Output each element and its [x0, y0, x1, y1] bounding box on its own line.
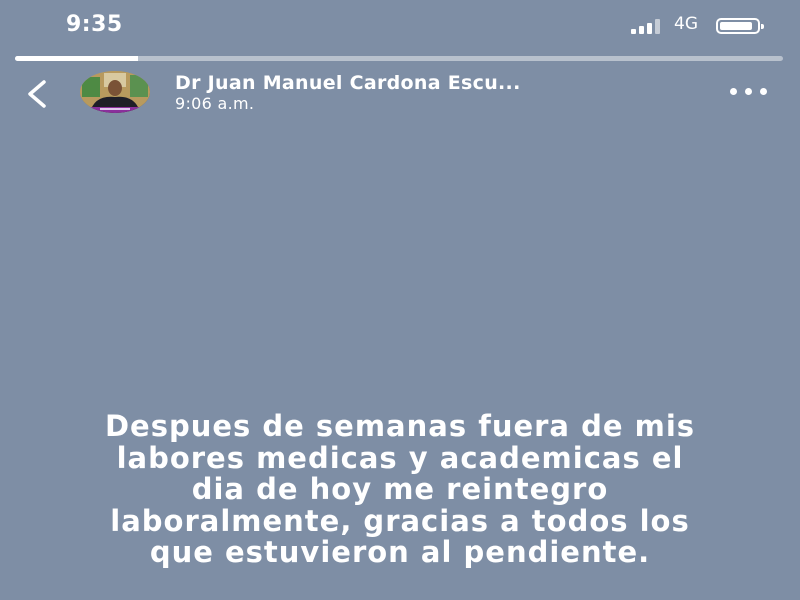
battery-level — [720, 22, 753, 30]
avatar[interactable] — [80, 71, 150, 113]
more-horizontal-icon — [730, 88, 737, 95]
more-options-button[interactable] — [724, 78, 774, 106]
cellular-signal-icon — [631, 18, 667, 34]
status-time: 9:35 — [66, 12, 123, 37]
story-progress-fill — [15, 56, 138, 61]
story-progress-bar — [15, 56, 783, 61]
chevron-left-icon — [28, 80, 46, 108]
back-button[interactable] — [22, 74, 58, 114]
story-text: Despues de semanas fuera de mis labores … — [104, 409, 696, 569]
account-name[interactable]: Dr Juan Manuel Cardona Escu... — [175, 72, 521, 94]
post-timestamp: 9:06 a.m. — [175, 94, 255, 113]
battery-icon — [716, 18, 764, 34]
story-header: Dr Juan Manuel Cardona Escu... 9:06 a.m. — [0, 66, 800, 118]
status-bar: 9:35 4G — [0, 0, 800, 50]
network-type: 4G — [674, 14, 698, 34]
